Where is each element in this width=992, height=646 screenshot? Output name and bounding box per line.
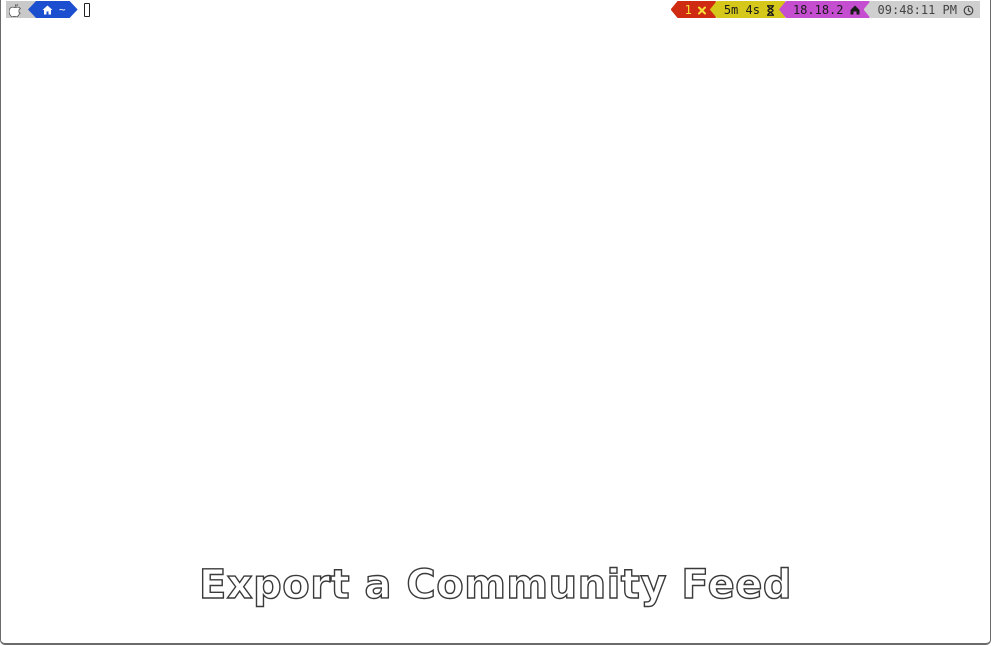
hourglass-icon xyxy=(766,3,775,17)
duration-segment: 5m 4s xyxy=(709,1,785,18)
node-icon xyxy=(850,3,860,17)
exit-status-count: 1 xyxy=(684,2,692,17)
node-version-label: 18.18.2 xyxy=(792,2,844,17)
prompt-right: 1 5m 4s 18.18.2 09:48:11 PM xyxy=(670,1,980,18)
clock-segment: 09:48:11 PM xyxy=(863,1,980,18)
directory-segment: ~ xyxy=(28,1,78,18)
duration-label: 5m 4s xyxy=(723,2,760,17)
prompt-left: ~ xyxy=(6,1,90,18)
time-label: 09:48:11 PM xyxy=(877,2,957,17)
exit-status-segment: 1 xyxy=(670,1,716,18)
cross-icon xyxy=(697,3,706,17)
node-version-segment: 18.18.2 xyxy=(778,1,870,18)
clock-icon xyxy=(963,3,974,17)
cursor xyxy=(83,2,90,17)
terminal-window[interactable]: ~ 1 5m 4s 18.18.2 09:48:11 PM Export a C… xyxy=(0,0,991,645)
page-title: Export a Community Feed xyxy=(198,561,792,608)
home-icon xyxy=(42,3,53,16)
apple-icon xyxy=(9,1,21,18)
directory-label: ~ xyxy=(59,3,66,16)
